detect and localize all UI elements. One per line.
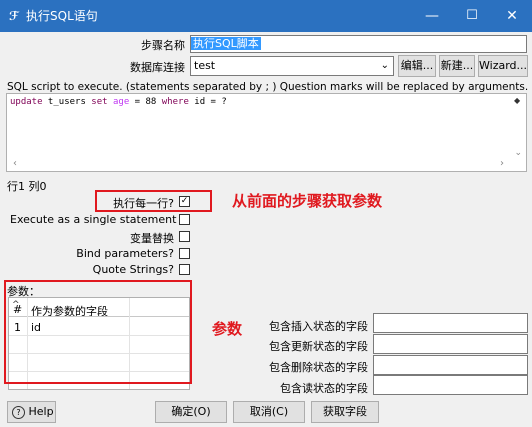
minimize-button[interactable]: — (412, 0, 452, 32)
sql-hint: SQL script to execute. (statements separ… (7, 81, 529, 93)
option-label: Bind parameters? (76, 247, 174, 260)
maximize-button[interactable]: ☐ (452, 0, 492, 32)
read-status-input[interactable] (373, 375, 528, 395)
annotation-params-from-step: 从前面的步骤获取参数 (232, 192, 383, 210)
cursor-position: 行1 列0 (7, 180, 47, 193)
scroll-right-icon[interactable]: › (500, 158, 504, 169)
sql-keyword: update (10, 97, 43, 107)
title-bar: ℱ 执行SQL语句 — ☐ ✕ (0, 0, 532, 32)
read-status-label: 包含读状态的字段 (280, 382, 368, 395)
sql-text: id = ? (188, 97, 227, 107)
sql-keyword: set (91, 97, 108, 107)
quote-strings-checkbox[interactable] (179, 264, 190, 275)
insert-status-input[interactable] (373, 313, 528, 333)
sql-text: = 88 (129, 97, 162, 107)
help-label: Help (28, 405, 54, 418)
sql-editor[interactable]: update t_users set age = 88 where id = ?… (6, 93, 527, 172)
wizard-button[interactable]: Wizard... (478, 55, 528, 77)
insert-status-label: 包含插入状态的字段 (269, 320, 368, 333)
option-label: 变量替换 (130, 232, 174, 245)
single-statement-checkbox[interactable] (179, 214, 190, 225)
exec-each-row-checkbox[interactable]: ✓ (179, 196, 190, 207)
connection-select[interactable]: test ⌄ (190, 56, 394, 76)
variable-substitution-checkbox[interactable] (179, 231, 190, 242)
cancel-button[interactable]: 取消(C) (233, 401, 305, 423)
app-icon: ℱ (9, 9, 19, 23)
sql-text: t_users (42, 97, 92, 107)
get-fields-button[interactable]: 获取字段 (311, 401, 379, 423)
ok-button[interactable]: 确定(O) (155, 401, 227, 423)
highlight-box-params (4, 280, 192, 384)
close-button[interactable]: ✕ (492, 0, 532, 32)
annotation-params: 参数 (212, 320, 243, 338)
sql-column: age (107, 97, 130, 107)
bind-parameters-checkbox[interactable] (179, 248, 190, 259)
sql-code-line: update t_users set age = 88 where id = ? (10, 97, 227, 107)
connection-label: 数据库连接 (130, 61, 185, 74)
window-title: 执行SQL语句 (26, 9, 98, 23)
option-label: Execute as a single statement (10, 213, 177, 226)
sql-keyword: where (161, 97, 189, 107)
help-button[interactable]: ? Help (7, 401, 56, 423)
scroll-left-icon[interactable]: ‹ (13, 158, 17, 169)
step-name-value: 执行SQL脚本 (191, 37, 261, 50)
delete-status-input[interactable] (373, 355, 528, 375)
chevron-down-icon: ⌄ (380, 60, 389, 71)
edit-connection-button[interactable]: 编辑... (398, 55, 436, 77)
scroll-down-icon[interactable]: ⌄ (514, 148, 522, 158)
option-label: 执行每一行? (113, 197, 174, 210)
help-icon: ? (12, 405, 25, 419)
update-status-label: 包含更新状态的字段 (269, 340, 368, 353)
diamond-icon: ◆ (514, 96, 521, 105)
option-label: Quote Strings? (92, 263, 174, 276)
update-status-input[interactable] (373, 334, 528, 354)
connection-value: test (194, 59, 216, 72)
step-name-input[interactable]: 执行SQL脚本 (190, 35, 527, 53)
new-connection-button[interactable]: 新建... (439, 55, 475, 77)
delete-status-label: 包含删除状态的字段 (269, 361, 368, 374)
step-name-label: 步骤名称 (141, 39, 185, 52)
